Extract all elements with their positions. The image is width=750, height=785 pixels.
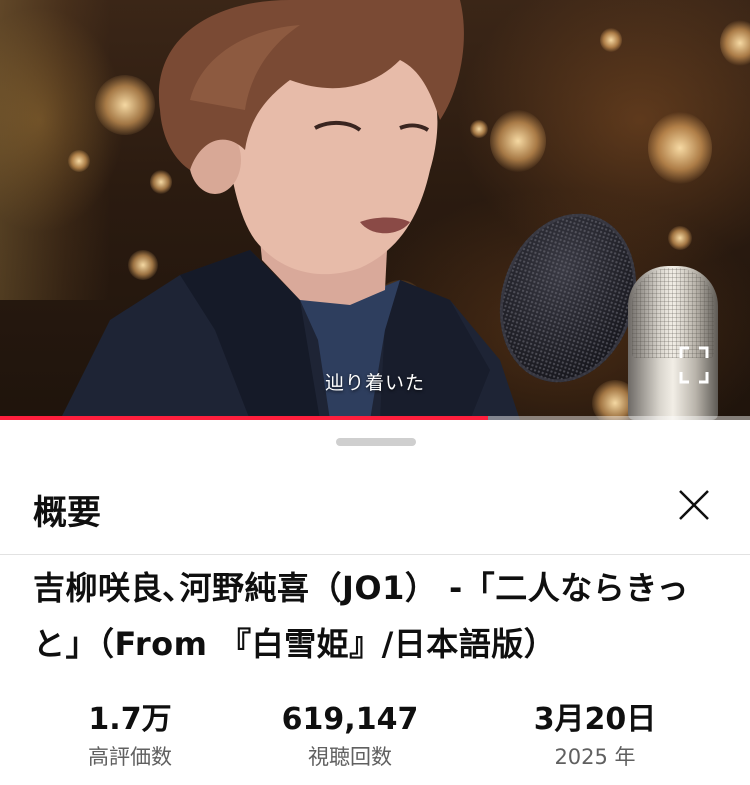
sheet-title: 概要 — [33, 493, 101, 533]
likes-label: 高評価数 — [88, 745, 172, 769]
video-title: 吉柳咲良､河野純喜（JO1） -「二人ならきっと」（From 『白雪姫』/日本語… — [33, 569, 690, 663]
video-stats: 1.7万 高評価数 619,147 視聴回数 3月20日 2025 年 — [0, 700, 750, 780]
publish-date: 3月20日 — [533, 702, 657, 737]
views-label: 視聴回数 — [308, 745, 392, 769]
views-count: 619,147 — [281, 702, 419, 737]
header-divider — [0, 554, 750, 555]
likes-count: 1.7万 — [88, 702, 172, 737]
video-player[interactable]: 辿り着いた — [0, 0, 750, 420]
close-icon — [679, 490, 709, 520]
fullscreen-button[interactable] — [679, 346, 709, 384]
description-sheet: 概要 吉柳咲良､河野純喜（JO1） -「二人ならきっと」（From 『白雪姫』/… — [0, 420, 750, 785]
fullscreen-icon — [679, 346, 709, 384]
microphone-grille — [632, 268, 714, 358]
stat-likes: 1.7万 高評価数 — [20, 700, 240, 772]
stat-date: 3月20日 2025 年 — [485, 700, 705, 772]
publish-year: 2025 年 — [554, 745, 636, 769]
drag-handle[interactable] — [336, 438, 416, 446]
video-subtitle: 辿り着いた — [324, 372, 425, 394]
close-button[interactable] — [676, 487, 712, 523]
sheet-header: 概要 — [0, 475, 750, 553]
stat-views: 619,147 視聴回数 — [240, 700, 460, 772]
